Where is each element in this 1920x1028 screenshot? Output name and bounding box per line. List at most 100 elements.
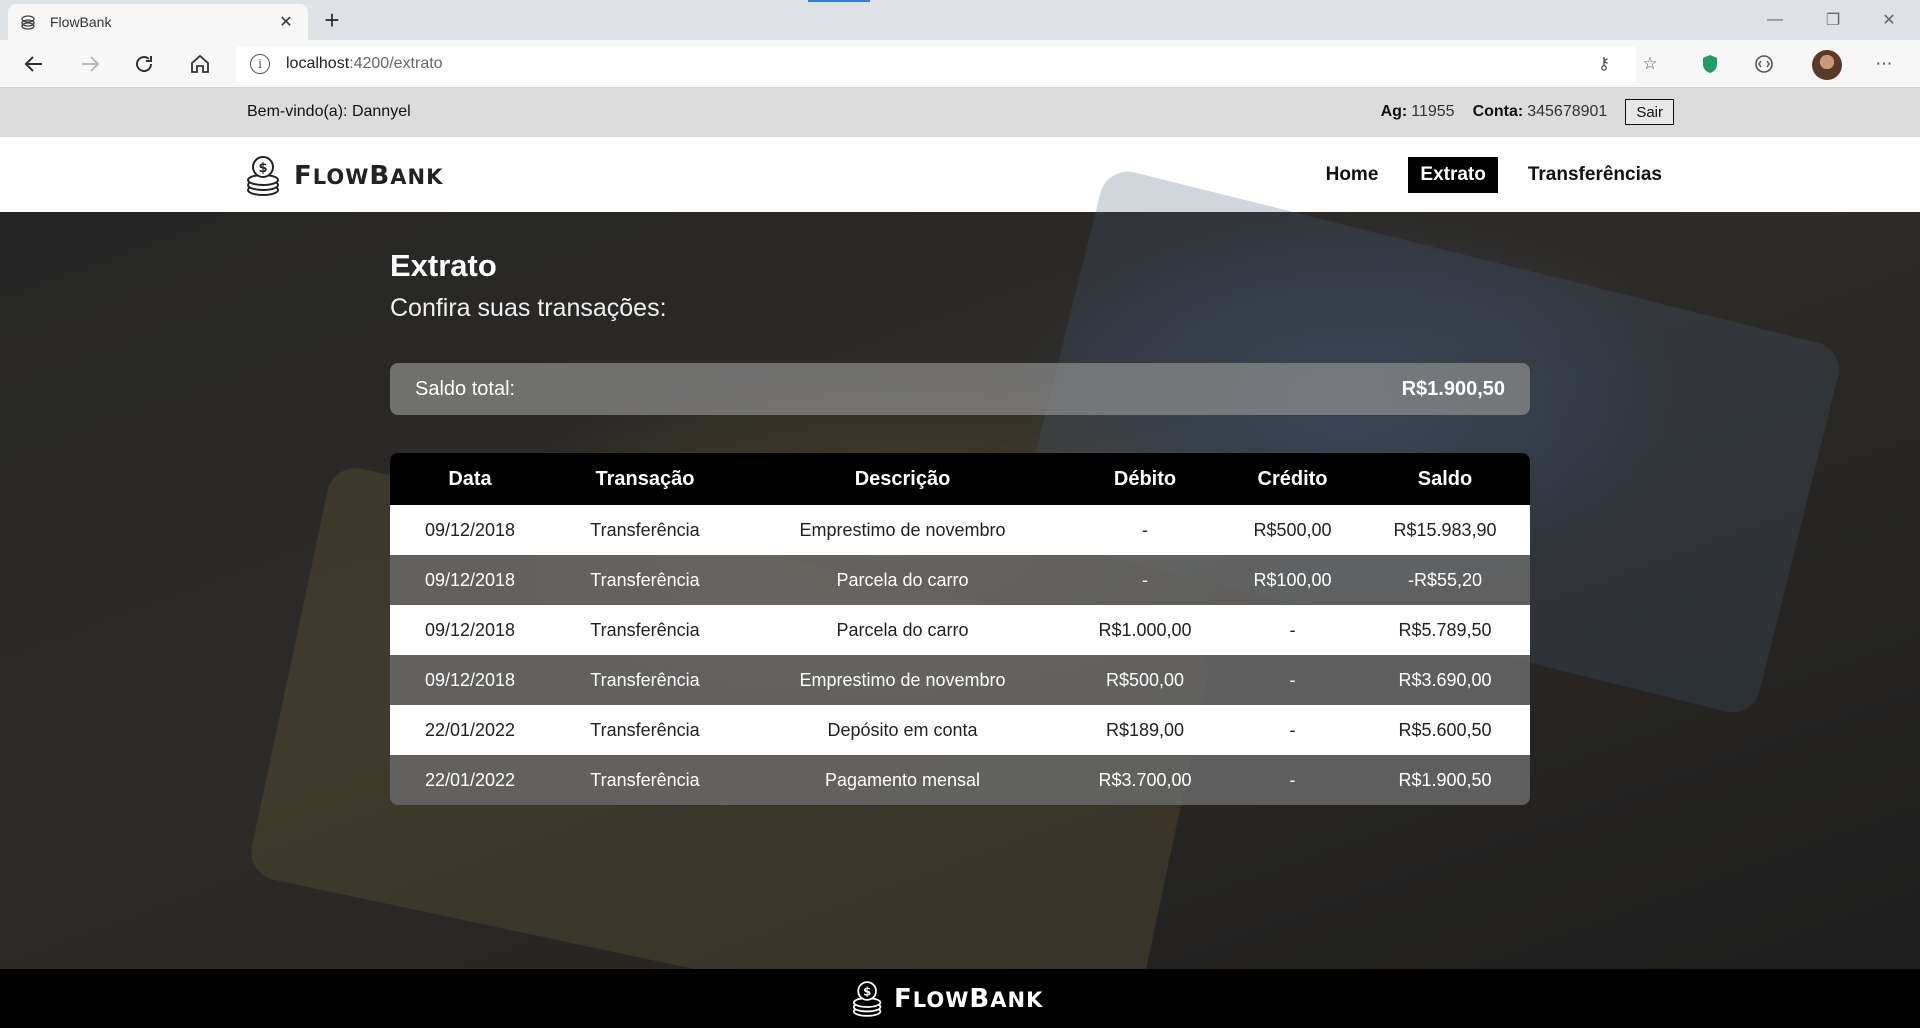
svg-text:$: $ — [258, 161, 267, 176]
svg-text:$: $ — [863, 984, 871, 998]
cell-credit: R$100,00 — [1253, 569, 1332, 590]
cell-date: 22/01/2022 — [424, 769, 516, 790]
minimize-icon[interactable]: — — [1748, 0, 1802, 40]
logout-button[interactable]: Sair — [1625, 99, 1674, 125]
table-row: 22/01/2022 Transferência Pagamento mensa… — [390, 755, 1530, 805]
cell-description: Emprestimo de novembro — [799, 519, 1006, 540]
home-icon[interactable] — [184, 48, 216, 80]
extension-icon[interactable] — [1750, 50, 1778, 78]
restore-icon[interactable]: ❐ — [1806, 0, 1860, 40]
cell-balance: R$5.600,50 — [1398, 719, 1492, 740]
col-credito: Crédito — [1257, 467, 1328, 490]
profile-avatar[interactable] — [1812, 50, 1842, 80]
cell-balance: R$5.789,50 — [1398, 619, 1492, 640]
cell-debit: - — [1142, 569, 1148, 590]
cell-description: Emprestimo de novembro — [799, 669, 1006, 690]
reload-icon[interactable] — [128, 48, 160, 80]
col-data: Data — [448, 467, 492, 490]
col-debito: Débito — [1113, 467, 1177, 490]
cell-debit: R$500,00 — [1105, 669, 1185, 690]
cell-description: Parcela do carro — [836, 619, 969, 640]
cell-credit: - — [1289, 769, 1296, 790]
cell-debit: - — [1142, 519, 1148, 540]
cell-balance: R$3.690,00 — [1398, 669, 1492, 690]
account-info: Ag: 11955 Conta: 345678901 Sair — [1381, 99, 1674, 125]
more-menu-icon[interactable]: ⋯ — [1870, 50, 1898, 78]
cell-credit: R$500,00 — [1253, 519, 1332, 540]
col-transacao: Transação — [595, 467, 695, 490]
nav-extrato[interactable]: Extrato — [1408, 157, 1498, 193]
cell-date: 09/12/2018 — [424, 519, 516, 540]
browser-tab[interactable]: FlowBank ✕ — [8, 4, 308, 40]
coins-logo-icon: $ — [852, 981, 882, 1017]
cell-date: 22/01/2022 — [424, 719, 516, 740]
site-footer: $ FLOWBANK — [0, 969, 1920, 1028]
cell-credit: - — [1289, 669, 1296, 690]
nav-transferencias[interactable]: Transferências — [1516, 157, 1674, 193]
agency-value: 11955 — [1411, 103, 1455, 120]
coins-logo-icon: $ — [247, 156, 279, 196]
cell-debit: R$189,00 — [1105, 719, 1185, 740]
close-window-icon[interactable]: ✕ — [1862, 0, 1916, 40]
cell-balance: R$1.900,50 — [1398, 769, 1492, 790]
user-info-bar: Bem-vindo(a): Dannyel Ag: 11955 Conta: 3… — [0, 88, 1920, 137]
cell-credit: - — [1289, 719, 1296, 740]
table-row: 22/01/2022 Transferência Depósito em con… — [390, 705, 1530, 755]
table-header-row: Data Transação Descrição Débito Crédito … — [390, 453, 1530, 505]
url-path: :4200/extrato — [349, 55, 443, 72]
main-nav: Home Extrato Transferências — [1314, 157, 1674, 193]
nav-home[interactable]: Home — [1314, 157, 1391, 193]
balance-label: Saldo total: — [415, 377, 516, 400]
agency-label: Ag: — [1380, 103, 1408, 120]
close-tab-icon[interactable]: ✕ — [276, 12, 296, 32]
welcome-label: Bem-vindo(a): — [247, 103, 348, 120]
footer-logo[interactable]: $ FLOWBANK — [852, 980, 1043, 1018]
flowbank-logo[interactable]: $ FLOWBANK — [246, 155, 443, 197]
browser-tab-bar: FlowBank ✕ + — ❐ ✕ — [0, 0, 1920, 40]
cell-description: Depósito em conta — [827, 719, 978, 740]
table-row: 09/12/2018 Transferência Parcela do carr… — [390, 605, 1530, 655]
welcome-text: Bem-vindo(a): Dannyel — [247, 103, 411, 121]
balance-bar: Saldo total: R$1.900,50 — [390, 363, 1530, 415]
cell-date: 09/12/2018 — [424, 569, 516, 590]
back-arrow-icon[interactable] — [18, 48, 50, 80]
shield-extension-icon[interactable] — [1696, 50, 1724, 78]
logo-wordmark: FLOWBANK — [294, 161, 444, 191]
cell-balance: R$15.983,90 — [1393, 519, 1497, 540]
key-icon[interactable]: ⚷ — [1590, 50, 1618, 78]
cell-credit: - — [1289, 619, 1296, 640]
cell-date: 09/12/2018 — [424, 619, 516, 640]
page-subtitle: Confira suas transações: — [390, 294, 667, 322]
new-tab-icon[interactable]: + — [318, 6, 346, 34]
cell-type: Transferência — [590, 669, 700, 690]
transactions-table: Data Transação Descrição Débito Crédito … — [390, 453, 1530, 805]
table-row: 09/12/2018 Transferência Parcela do carr… — [390, 555, 1530, 605]
tab-indicator — [808, 0, 870, 2]
coins-favicon-icon — [20, 14, 36, 30]
page-title: Extrato — [390, 248, 497, 283]
site-header: $ FLOWBANK Home Extrato Transferências — [0, 137, 1920, 212]
cell-date: 09/12/2018 — [424, 669, 516, 690]
info-icon[interactable]: i — [250, 54, 270, 74]
url-host: localhost — [286, 55, 350, 72]
cell-description: Parcela do carro — [836, 569, 969, 590]
account-value: 345678901 — [1527, 103, 1608, 120]
cell-type: Transferência — [590, 619, 700, 640]
account-label: Conta: — [1472, 103, 1524, 120]
table-row: 09/12/2018 Transferência Emprestimo de n… — [390, 655, 1530, 705]
cell-type: Transferência — [590, 769, 700, 790]
cell-debit: R$3.700,00 — [1098, 769, 1192, 790]
cell-type: Transferência — [590, 519, 700, 540]
footer-wordmark: FLOWBANK — [894, 984, 1044, 1014]
forward-arrow-icon[interactable] — [74, 48, 106, 80]
favorite-star-icon[interactable]: ☆ — [1636, 50, 1664, 78]
table-row: 09/12/2018 Transferência Emprestimo de n… — [390, 505, 1530, 555]
address-bar-row: i localhost:4200/extrato ⚷ ☆ ⋯ — [0, 40, 1920, 88]
col-descricao: Descrição — [854, 467, 951, 490]
balance-value: R$1.900,50 — [1401, 377, 1505, 400]
url-field[interactable]: i localhost:4200/extrato — [236, 46, 1636, 82]
tab-title: FlowBank — [50, 14, 112, 30]
col-saldo: Saldo — [1417, 467, 1473, 490]
cell-type: Transferência — [590, 569, 700, 590]
main-content: Extrato Confira suas transações: Saldo t… — [0, 165, 1920, 1028]
